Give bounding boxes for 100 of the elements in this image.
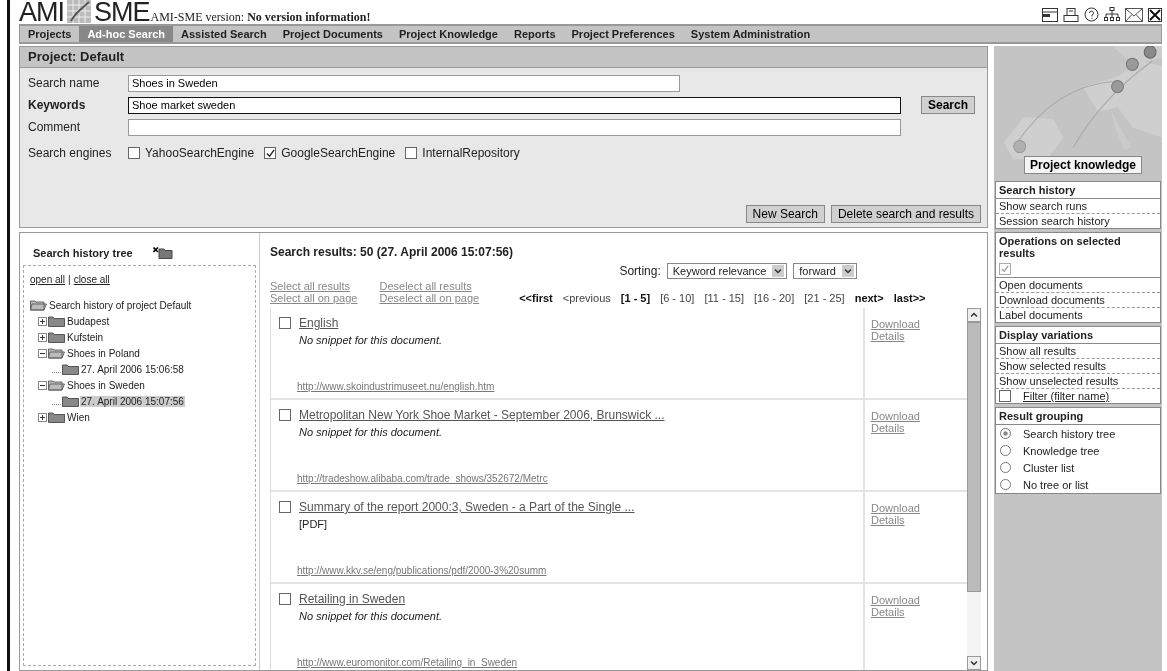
sidebar-link[interactable]: Label documents xyxy=(996,308,1160,322)
nav-tab[interactable]: Ad-hoc Search xyxy=(79,26,174,42)
scroll-up-icon[interactable] xyxy=(967,308,981,322)
nav-tab[interactable]: Projects xyxy=(20,26,80,42)
tree-node[interactable]: Shoes in Poland xyxy=(66,347,141,359)
project-knowledge-button[interactable]: Project knowledge xyxy=(1024,156,1143,174)
logo-text: AMI xyxy=(19,0,64,24)
scrollbar[interactable] xyxy=(967,308,981,670)
checkbox[interactable] xyxy=(264,147,277,159)
pager-link[interactable]: [11 - 15] xyxy=(704,292,744,304)
direction-dropdown[interactable]: forward xyxy=(793,263,857,279)
checkbox[interactable] xyxy=(128,147,140,159)
checkbox[interactable] xyxy=(999,390,1011,402)
sort-dropdown[interactable]: Keyword relevance xyxy=(666,263,788,279)
sidebar-link[interactable]: Show selected results xyxy=(996,359,1160,374)
pager-link[interactable]: [6 - 10] xyxy=(660,292,695,304)
tree-node[interactable]: Shoes in Sweden xyxy=(66,379,146,391)
toggle-icon[interactable] xyxy=(38,412,47,422)
mail-icon[interactable] xyxy=(1125,7,1143,22)
radio-button[interactable] xyxy=(1000,479,1011,490)
checkbox[interactable] xyxy=(279,317,291,329)
layout-icon[interactable] xyxy=(1042,7,1058,22)
result-title-link[interactable]: English xyxy=(299,316,339,330)
sidebar-link[interactable]: Session search history xyxy=(996,214,1160,228)
caret-icon[interactable] xyxy=(842,265,854,277)
selection-link[interactable]: Deselect all on page xyxy=(379,292,480,304)
tree-node[interactable]: Kufstein xyxy=(66,331,105,343)
checkbox-label: InternalRepository xyxy=(422,146,520,160)
checkbox[interactable] xyxy=(999,263,1011,275)
result-url-link[interactable]: http://www.skoindustrimuseet.nu/english.htm xyxy=(297,381,855,392)
radio-button[interactable] xyxy=(1000,445,1011,456)
result-url-link[interactable]: http://www.kkv.se/eng/publications/pdf/2000-3%20summ xyxy=(297,565,855,576)
input-field[interactable]: Shoe market sweden xyxy=(128,96,901,114)
scroll-down-icon[interactable] xyxy=(967,656,981,670)
selection-link[interactable]: Select all results xyxy=(270,280,358,292)
result-url-link[interactable]: http://www.euromonitor.com/Retailing_in_Sweden xyxy=(297,657,855,668)
checkbox[interactable] xyxy=(279,501,291,513)
result-action-link[interactable]: Details xyxy=(871,422,905,434)
result-title-link[interactable]: Metropolitan New York Shoe Market - September 2006, Brunswick ... xyxy=(299,408,665,422)
pager-link[interactable]: last>> xyxy=(893,292,926,304)
pager-link[interactable]: [16 - 20] xyxy=(753,292,795,304)
sidebar-link[interactable]: Show search runs xyxy=(996,199,1160,214)
pager-link[interactable]: [1 - 5] xyxy=(620,292,651,304)
caret-icon[interactable] xyxy=(772,265,785,277)
tree-node[interactable]: Budapest xyxy=(66,315,111,327)
nav-tab[interactable]: Project Preferences xyxy=(563,26,683,42)
toggle-icon[interactable] xyxy=(38,348,47,358)
nav-tab[interactable]: Project Documents xyxy=(274,26,391,42)
sidebar-link[interactable]: Show all results xyxy=(996,344,1160,359)
close-all-link[interactable]: close all xyxy=(73,274,110,285)
tree-node[interactable]: Search history of project Default xyxy=(48,299,193,311)
radio-button[interactable] xyxy=(1000,428,1011,439)
result-action-link[interactable]: Download xyxy=(871,594,920,606)
sitemap-icon[interactable] xyxy=(1104,7,1120,22)
result-title-link[interactable]: Retailing in Sweden xyxy=(299,592,406,606)
pager-link[interactable]: next> xyxy=(854,292,884,304)
print-icon[interactable] xyxy=(1063,7,1079,22)
tree-node[interactable]: Wien xyxy=(66,411,91,423)
help-icon[interactable] xyxy=(1084,7,1099,22)
pager-link[interactable]: <<first xyxy=(519,292,553,304)
form-button[interactable]: Delete search and results xyxy=(830,205,981,223)
result-action-link[interactable]: Details xyxy=(871,330,905,342)
pager-link[interactable]: [21 - 25] xyxy=(804,292,845,304)
nav-tab[interactable]: System Administration xyxy=(682,26,819,42)
checkbox[interactable] xyxy=(405,147,418,159)
result-action-link[interactable]: Download xyxy=(871,318,920,330)
form-button[interactable]: New Search xyxy=(745,205,825,223)
result-action-link[interactable]: Download xyxy=(871,410,920,422)
input-field[interactable] xyxy=(128,118,901,136)
selection-link[interactable]: Select all on page xyxy=(270,292,358,304)
checkbox[interactable] xyxy=(279,409,291,421)
toggle-icon[interactable] xyxy=(38,332,47,342)
tree-node[interactable]: 27. April 2006 15:07:56 xyxy=(80,395,185,407)
input-field[interactable]: Shoes in Sweden xyxy=(128,74,680,92)
open-all-link[interactable]: open all xyxy=(30,274,66,285)
checkbox[interactable] xyxy=(279,593,291,605)
toggle-icon[interactable] xyxy=(38,316,47,326)
sidebar-link[interactable]: Download documents xyxy=(996,293,1160,308)
sidebar-link[interactable]: Open documents xyxy=(996,278,1160,293)
result-title-link[interactable]: Summary of the report 2000:3, Sweden - a Part of the Single ... xyxy=(299,500,635,514)
nav-tab[interactable]: Assisted Search xyxy=(173,26,275,42)
field-label: Search name xyxy=(28,76,101,90)
search-button[interactable]: Search xyxy=(921,96,976,114)
result-action-link[interactable]: Details xyxy=(871,606,905,618)
logo-text: SME xyxy=(94,0,150,24)
close-icon[interactable] xyxy=(1148,7,1162,22)
sidebar-link[interactable]: Show unselected results xyxy=(996,374,1160,389)
selection-link[interactable]: Deselect all results xyxy=(379,280,480,292)
tree-node[interactable]: 27. April 2006 15:06:58 xyxy=(80,363,185,375)
toggle-icon[interactable] xyxy=(38,380,47,390)
folder-delete-icon[interactable] xyxy=(152,247,173,259)
radio-button[interactable] xyxy=(1000,462,1011,473)
nav-tab[interactable]: Project Knowledge xyxy=(390,26,506,42)
nav-tab[interactable]: Reports xyxy=(505,26,564,42)
result-snippet: No snippet for this document. xyxy=(299,610,444,622)
section-title: Result grouping xyxy=(999,410,1084,422)
filter-link[interactable]: Filter (filter name) xyxy=(1023,390,1110,402)
result-action-link[interactable]: Details xyxy=(871,514,905,526)
result-url-link[interactable]: http://tradeshow.alibaba.com/trade_shows/352672/Metrc xyxy=(297,473,855,484)
result-action-link[interactable]: Download xyxy=(871,502,920,514)
